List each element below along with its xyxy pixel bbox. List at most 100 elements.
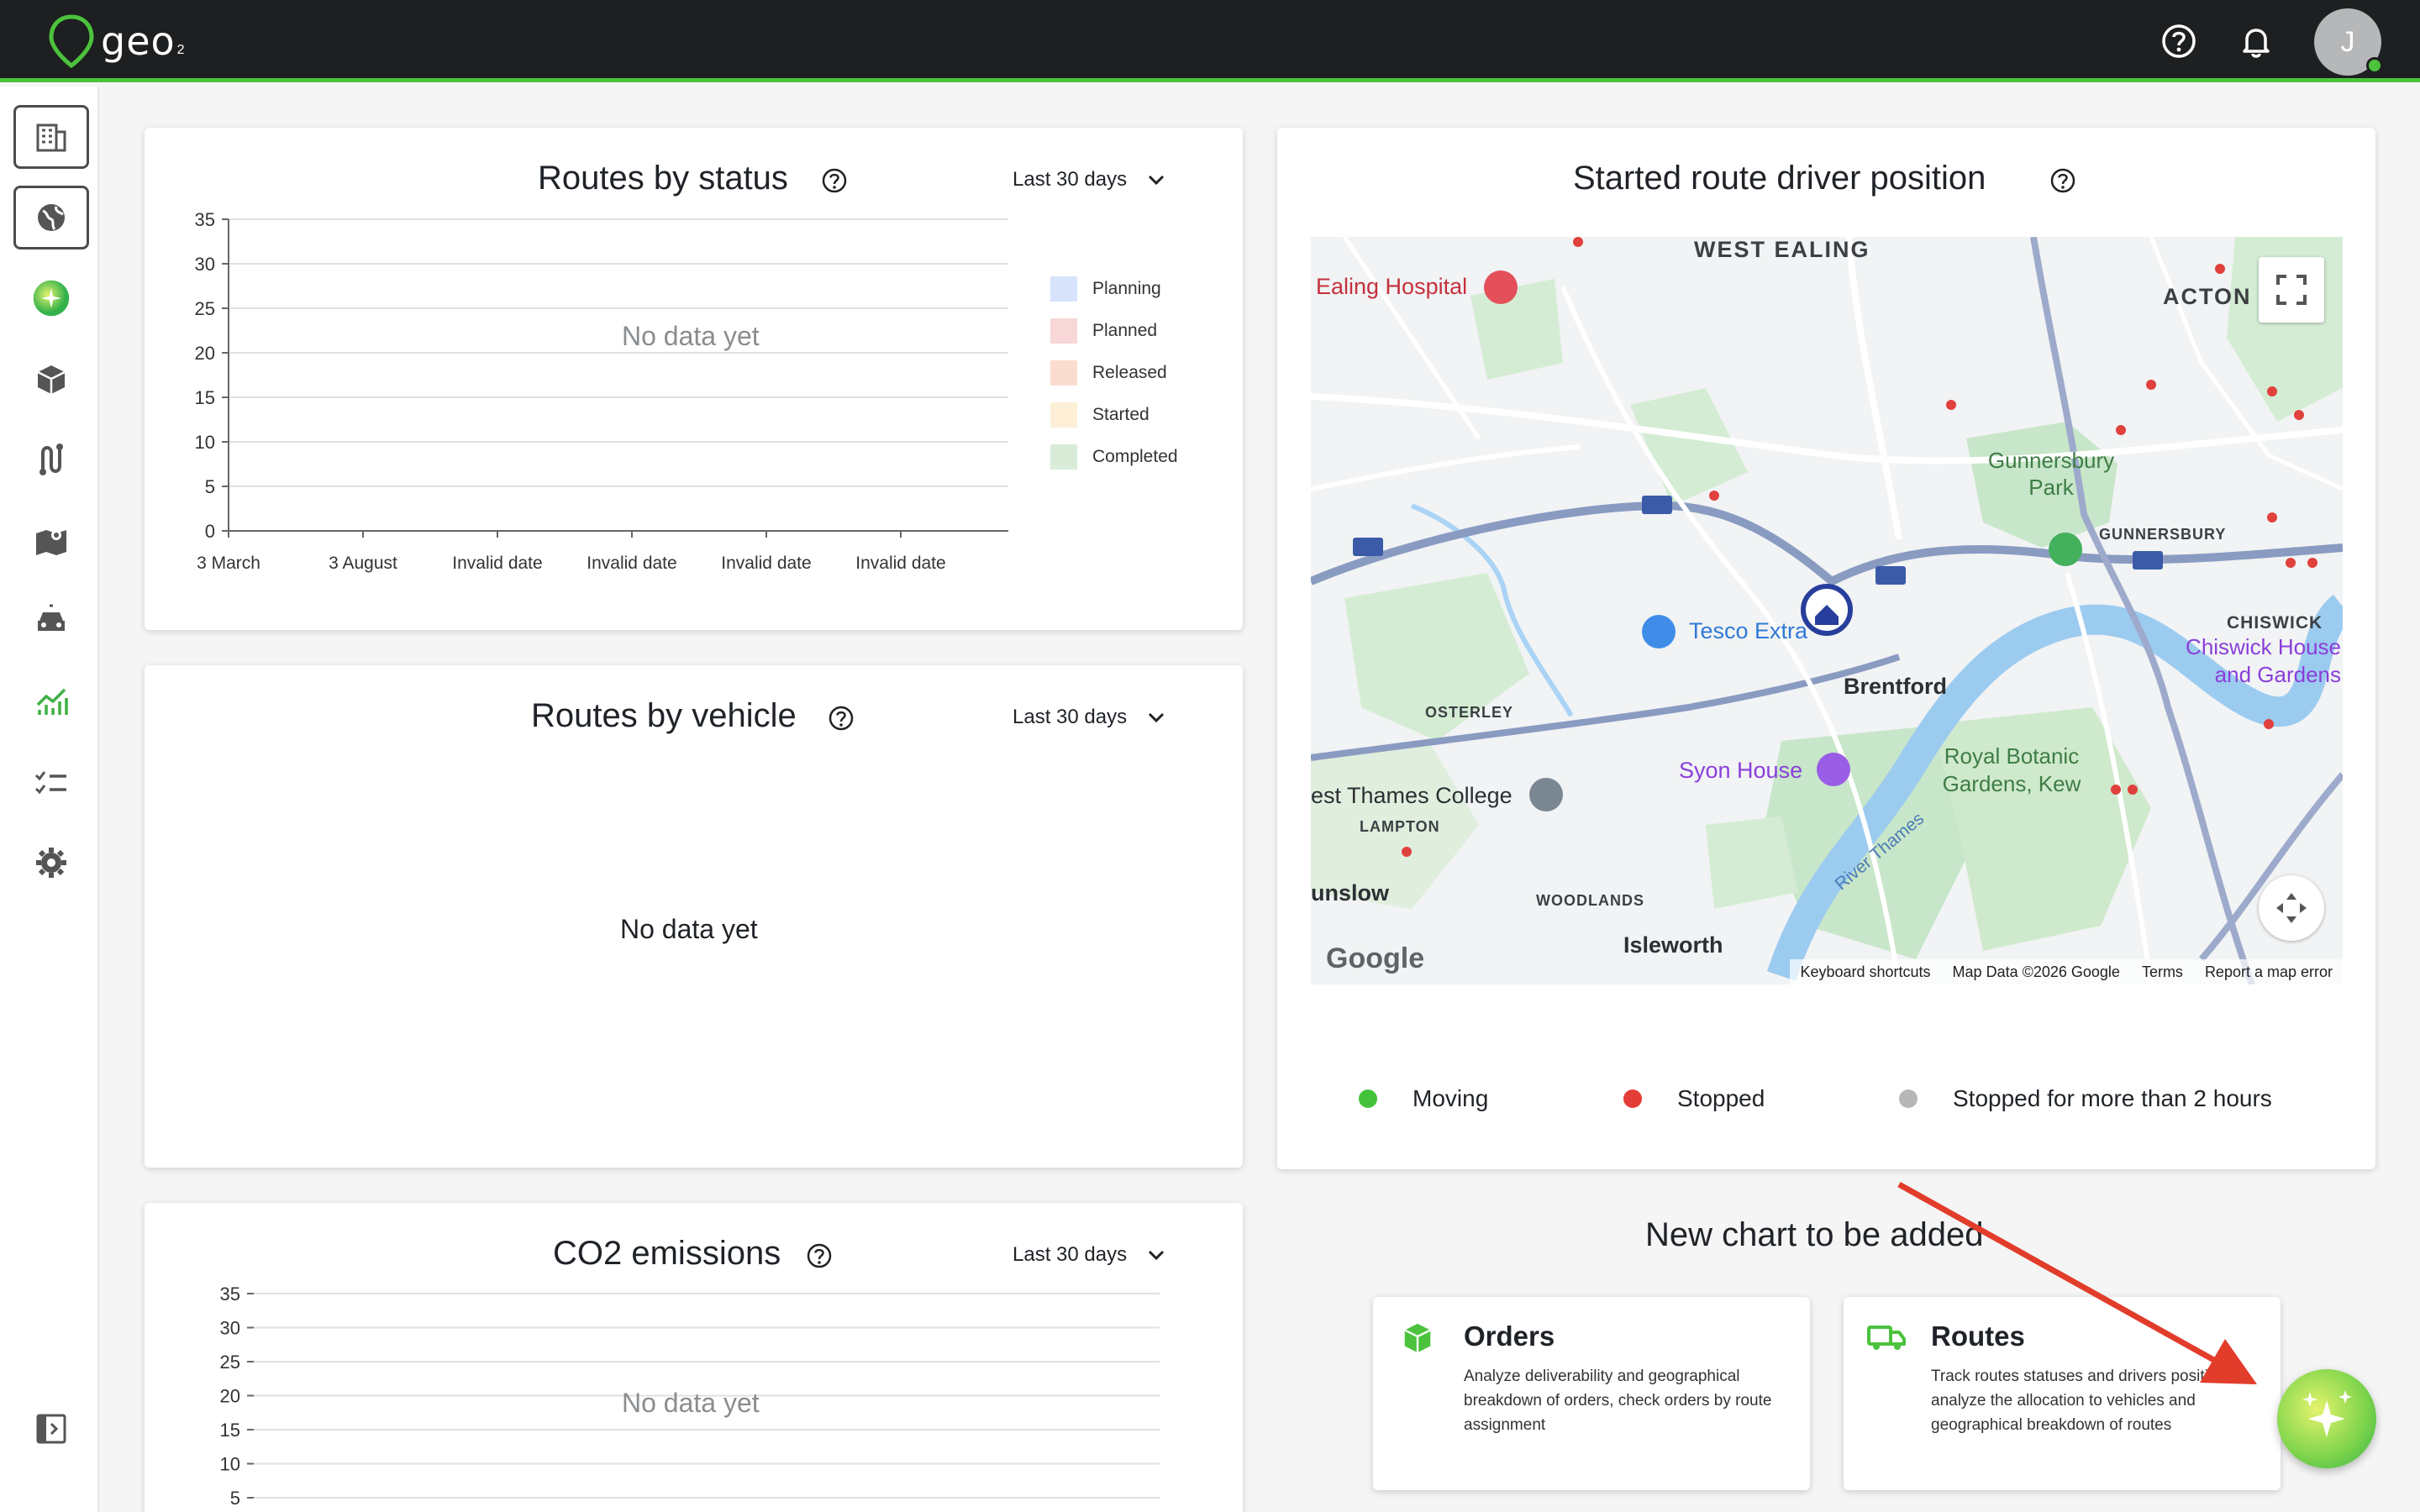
map-label-brentford: Brentford xyxy=(1844,674,1947,699)
no-data-message: No data yet xyxy=(622,1388,760,1418)
moving-dot xyxy=(1359,1089,1377,1108)
app-logo[interactable]: geo 2 xyxy=(47,13,185,69)
y-tick-label: 25 xyxy=(195,298,215,319)
x-tick-label: Invalid date xyxy=(587,554,676,573)
map-label-syon-house: Syon House xyxy=(1679,758,1803,783)
chart-icon xyxy=(36,688,68,715)
chevron-down-icon xyxy=(1149,712,1165,723)
avatar-initial: J xyxy=(2340,25,2355,58)
sidebar-item-tasks[interactable] xyxy=(13,750,89,814)
fullscreen-button[interactable] xyxy=(2259,257,2324,323)
sparkle-icon xyxy=(2302,1390,2352,1437)
annotation-arrow xyxy=(1897,1181,2257,1384)
report-map-error-link[interactable]: Report a map error xyxy=(2205,963,2333,981)
collapse-panel-icon xyxy=(36,1414,66,1444)
y-tick-label: 15 xyxy=(220,1420,240,1441)
legend-label: Moving xyxy=(1413,1085,1489,1111)
map-label-chiswick: CHISWICK xyxy=(2227,613,2323,633)
x-tick-label: 3 August xyxy=(329,554,397,573)
x-tick-label: 3 March xyxy=(197,554,260,573)
package-icon xyxy=(1404,1323,1431,1353)
co2-emissions-card: CO2 emissions Last 30 days 5 10 15 20 25 30 35… xyxy=(145,1203,1243,1512)
y-tick-label: 30 xyxy=(195,254,215,275)
logo-subscript: 2 xyxy=(176,43,185,57)
google-logo: Google xyxy=(1326,942,1425,974)
y-tick-label: 15 xyxy=(195,387,215,408)
legend-swatch xyxy=(1050,444,1077,470)
map-footer: Keyboard shortcuts Map Data ©2026 Google… xyxy=(1790,959,2343,984)
sidebar-item-analytics[interactable] xyxy=(13,669,89,733)
legend-swatch xyxy=(1050,402,1077,428)
checklist-icon xyxy=(34,771,66,795)
globe-icon xyxy=(38,204,65,231)
sidebar-collapse-button[interactable] xyxy=(13,1397,89,1461)
keyboard-shortcuts-link[interactable]: Keyboard shortcuts xyxy=(1800,963,1930,981)
sidebar-item-map[interactable] xyxy=(13,508,89,572)
date-range-select[interactable]: Last 30 days xyxy=(1013,706,1165,729)
no-data-message: No data yet xyxy=(622,321,760,351)
legend-label: Stopped for more than 2 hours xyxy=(1953,1085,2272,1111)
orders-description: Analyze deliverability and geographical … xyxy=(1464,1368,1772,1434)
orders-title: Orders xyxy=(1464,1320,1555,1352)
map-label-lampton: LAMPTON xyxy=(1360,818,1440,835)
legend-item-planned[interactable]: Planned xyxy=(1050,318,1157,344)
map-canvas xyxy=(1311,237,2343,984)
driver-position-map[interactable]: WEST EALING ACTON Ealing Hospital Gunner… xyxy=(1311,237,2343,984)
y-tick-label: 30 xyxy=(220,1318,240,1339)
sidebar-item-orders[interactable] xyxy=(13,347,89,411)
map-label-west-ealing: WEST EALING xyxy=(1694,237,1870,262)
orders-chart-card[interactable]: Orders Analyze deliverability and geogra… xyxy=(1373,1297,1810,1490)
map-data-attribution: Map Data ©2026 Google xyxy=(1952,963,2120,980)
sidebar-item-vehicles[interactable] xyxy=(13,589,89,653)
map-label-isleworth: Isleworth xyxy=(1623,932,1723,958)
location-pin-icon xyxy=(49,14,94,69)
legend-label: Planned xyxy=(1092,321,1158,340)
map-camera-control-button[interactable] xyxy=(2259,875,2324,941)
routes-by-status-chart: 0 5 10 15 20 25 30 35 3 March 3 August Invalid dat… xyxy=(195,209,1008,573)
map-label-ealing-hospital: Ealing Hospital xyxy=(1316,274,1468,299)
y-tick-label: 20 xyxy=(195,343,215,364)
help-circle-icon[interactable] xyxy=(2160,22,2198,60)
map-label-acton: ACTON xyxy=(2163,284,2252,309)
help-circle-icon[interactable] xyxy=(2049,166,2077,195)
y-tick-label: 10 xyxy=(195,432,215,453)
routes-by-status-card: Routes by status Last 30 days 0 5 10 15 20 25… xyxy=(145,128,1243,630)
sidebar-item-globe[interactable] xyxy=(13,186,89,249)
y-tick-label: 25 xyxy=(220,1352,240,1373)
legend-label: Planning xyxy=(1092,279,1161,298)
map-label-royal-botanic-gardens: Royal Botanic Gardens, Kew xyxy=(1942,743,2081,796)
sparkle-icon xyxy=(33,280,70,317)
avatar[interactable]: J xyxy=(2314,8,2383,76)
bell-icon[interactable] xyxy=(2237,22,2275,60)
y-tick-label: 35 xyxy=(195,209,215,230)
legend-swatch xyxy=(1050,318,1077,344)
legend-item-planning[interactable]: Planning xyxy=(1050,276,1161,302)
legend-item-completed[interactable]: Completed xyxy=(1050,444,1178,470)
top-bar: geo 2 J xyxy=(0,0,2420,82)
stopped-long-dot xyxy=(1899,1089,1918,1108)
y-tick-label: 35 xyxy=(220,1284,240,1305)
sidebar-item-ai[interactable] xyxy=(13,266,89,330)
map-label-gunnersbury-park: Gunnersbury Park xyxy=(1987,448,2115,500)
legend-stopped: Stopped xyxy=(1623,1085,1765,1112)
x-tick-label: Invalid date xyxy=(721,554,811,573)
online-status-dot xyxy=(2366,57,2383,74)
sidebar-item-settings[interactable] xyxy=(13,831,89,895)
terms-link[interactable]: Terms xyxy=(2142,963,2183,981)
y-tick-label: 20 xyxy=(220,1386,240,1407)
date-range-value: Last 30 days xyxy=(1013,706,1128,728)
sidebar-item-buildings[interactable] xyxy=(13,105,89,169)
map-label-gunnersbury: GUNNERSBURY xyxy=(2099,526,2227,543)
map-label-osterley: OSTERLEY xyxy=(1425,704,1514,721)
sidebar-item-routes[interactable] xyxy=(13,428,89,491)
legend-item-released[interactable]: Released xyxy=(1050,360,1167,386)
help-circle-icon[interactable] xyxy=(827,704,855,732)
x-tick-label: Invalid date xyxy=(452,554,542,573)
co2-emissions-chart: 5 10 15 20 25 30 35 xyxy=(220,1284,1160,1509)
legend-label: Started xyxy=(1092,405,1150,424)
y-tick-label: 5 xyxy=(230,1488,240,1509)
fullscreen-icon xyxy=(2276,275,2307,305)
no-data-message: No data yet xyxy=(620,914,758,944)
legend-item-started[interactable]: Started xyxy=(1050,402,1150,428)
ai-assistant-button[interactable] xyxy=(2277,1369,2376,1468)
